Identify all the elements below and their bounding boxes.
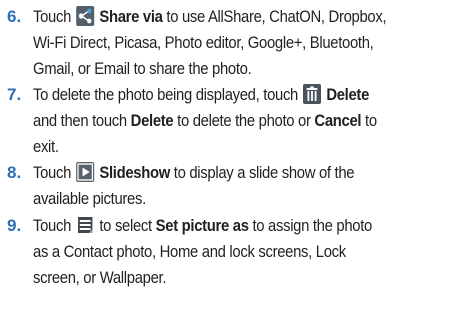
manual-page: 6. Touch Share via to use AllShare, Chat… [0,0,472,327]
step-line: screen, or Wallpaper. [33,269,167,287]
step-line: Touch to select Set picture as to assign… [33,215,372,235]
step-text: Touch to select Set picture as to assign… [33,213,469,291]
step-line: Touch Slideshow to display a slide show … [33,162,355,182]
step-number: 7. [7,85,22,104]
step-line: exit. [33,138,59,156]
step-number: 6. [7,7,22,26]
step-line: Gmail, or Email to share the photo. [33,60,252,78]
step-number: 8. [7,163,22,182]
step-text: To delete the photo being displayed, tou… [33,82,469,160]
step-line: Wi-Fi Direct, Picasa, Photo editor, Goog… [33,34,374,52]
step-line: To delete the photo being displayed, tou… [33,84,370,104]
step-number: 9. [7,216,22,235]
delete-icon [302,84,321,104]
step-line: available pictures. [33,190,146,208]
step-line: Touch Share via to use AllShare, ChatON,… [33,6,387,26]
step-line: as a Contact photo, Home and lock screen… [33,243,346,261]
step-text: Touch Slideshow to display a slide show … [33,160,469,212]
step-line: and then touch Delete to delete the phot… [33,112,377,130]
menu-icon [76,215,94,235]
slideshow-icon [75,162,94,182]
share-icon [75,6,94,26]
step-text: Touch Share via to use AllShare, ChatON,… [33,4,469,82]
